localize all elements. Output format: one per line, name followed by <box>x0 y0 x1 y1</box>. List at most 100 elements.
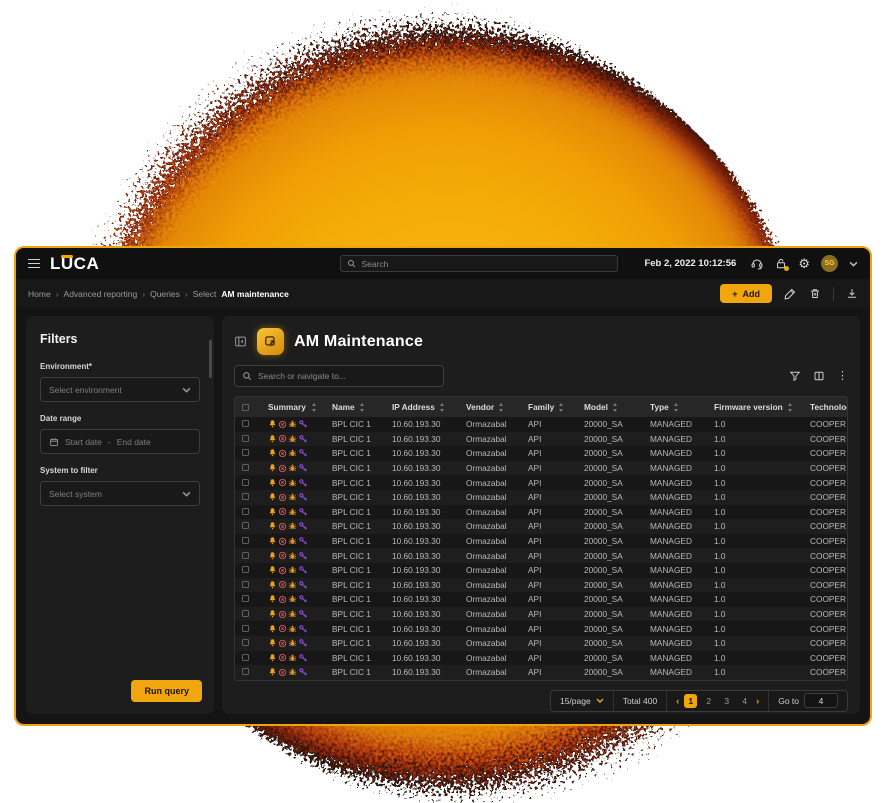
table-row[interactable]: BPL CIC 1 10.60.193.30 Ormazabal API 200… <box>235 519 847 534</box>
table-row[interactable]: BPL CIC 1 10.60.193.30 Ormazabal API 200… <box>235 446 847 461</box>
bell-icon[interactable] <box>268 492 277 502</box>
bug-icon[interactable] <box>288 653 297 663</box>
table-row[interactable]: BPL CIC 1 10.60.193.30 Ormazabal API 200… <box>235 621 847 636</box>
key-icon[interactable] <box>298 565 308 575</box>
key-icon[interactable] <box>298 463 308 473</box>
table-row[interactable]: BPL CIC 1 10.60.193.30 Ormazabal API 200… <box>235 607 847 622</box>
sort-icon[interactable] <box>558 403 565 412</box>
row-checkbox[interactable] <box>242 625 249 632</box>
row-checkbox[interactable] <box>242 493 249 500</box>
add-button[interactable]: +Add <box>720 284 772 303</box>
collapse-panel-icon[interactable] <box>234 335 247 348</box>
key-icon[interactable] <box>298 521 308 531</box>
filter-funnel-icon[interactable] <box>789 370 801 382</box>
row-checkbox[interactable] <box>242 508 249 515</box>
table-search[interactable] <box>234 365 444 387</box>
bug-icon[interactable] <box>288 609 297 619</box>
alert-circle-icon[interactable] <box>278 668 287 677</box>
table-row[interactable]: BPL CIC 1 10.60.193.30 Ormazabal API 200… <box>235 548 847 563</box>
key-icon[interactable] <box>298 638 308 648</box>
system-select[interactable]: Select system <box>40 481 200 506</box>
alert-circle-icon[interactable] <box>278 522 287 531</box>
key-icon[interactable] <box>298 594 308 604</box>
table-search-input[interactable] <box>258 371 436 381</box>
alert-circle-icon[interactable] <box>278 420 287 429</box>
alert-circle-icon[interactable] <box>278 580 287 589</box>
alert-circle-icon[interactable] <box>278 478 287 487</box>
settings-gear-icon[interactable]: ⚙ <box>798 257 810 270</box>
bell-icon[interactable] <box>268 536 277 546</box>
row-checkbox[interactable] <box>242 522 249 529</box>
alert-circle-icon[interactable] <box>278 434 287 443</box>
bell-icon[interactable] <box>268 653 277 663</box>
bug-icon[interactable] <box>288 667 297 677</box>
support-headset-icon[interactable] <box>750 257 764 270</box>
table-row[interactable]: BPL CIC 1 10.60.193.30 Ormazabal API 200… <box>235 505 847 520</box>
bell-icon[interactable] <box>268 667 277 677</box>
bug-icon[interactable] <box>288 580 297 590</box>
table-row[interactable]: BPL CIC 1 10.60.193.30 Ormazabal API 200… <box>235 490 847 505</box>
alert-circle-icon[interactable] <box>278 653 287 662</box>
alert-circle-icon[interactable] <box>278 449 287 458</box>
key-icon[interactable] <box>298 419 308 429</box>
key-icon[interactable] <box>298 667 308 677</box>
key-icon[interactable] <box>298 609 308 619</box>
global-search[interactable] <box>340 255 618 272</box>
menu-icon[interactable] <box>28 259 40 269</box>
key-icon[interactable] <box>298 492 308 502</box>
bug-icon[interactable] <box>288 565 297 575</box>
row-checkbox[interactable] <box>242 435 249 442</box>
environment-select[interactable]: Select environment <box>40 377 200 402</box>
sort-icon[interactable] <box>359 403 366 412</box>
bell-icon[interactable] <box>268 638 277 648</box>
delete-button[interactable] <box>809 287 821 300</box>
page-size-select[interactable]: 15/page <box>551 691 614 711</box>
alert-circle-icon[interactable] <box>278 595 287 604</box>
page-button-1[interactable]: 1 <box>684 694 697 708</box>
column-header-summary[interactable]: Summary <box>261 402 325 412</box>
download-button[interactable] <box>846 287 858 300</box>
column-header-ip[interactable]: IP Address <box>385 402 459 412</box>
sidebar-scrollbar[interactable] <box>209 340 212 378</box>
bell-icon[interactable] <box>268 609 277 619</box>
sort-icon[interactable] <box>439 403 446 412</box>
breadcrumb-advanced-reporting[interactable]: Advanced reporting <box>64 289 138 299</box>
bug-icon[interactable] <box>288 419 297 429</box>
bell-icon[interactable] <box>268 434 277 444</box>
row-checkbox[interactable] <box>242 420 249 427</box>
sort-icon[interactable] <box>787 403 794 412</box>
bell-icon[interactable] <box>268 580 277 590</box>
key-icon[interactable] <box>298 536 308 546</box>
bug-icon[interactable] <box>288 463 297 473</box>
alert-circle-icon[interactable] <box>278 639 287 648</box>
lock-notification-icon[interactable] <box>775 257 787 270</box>
next-page-button[interactable]: › <box>756 696 759 706</box>
table-row[interactable]: BPL CIC 1 10.60.193.30 Ormazabal API 200… <box>235 417 847 432</box>
row-checkbox[interactable] <box>242 464 249 471</box>
page-button-4[interactable]: 4 <box>738 696 751 706</box>
row-checkbox[interactable] <box>242 552 249 559</box>
column-header-name[interactable]: Name <box>325 402 385 412</box>
column-header-family[interactable]: Family <box>521 402 577 412</box>
table-row[interactable]: BPL CIC 1 10.60.193.30 Ormazabal API 200… <box>235 475 847 490</box>
columns-icon[interactable] <box>813 370 825 382</box>
bug-icon[interactable] <box>288 594 297 604</box>
bell-icon[interactable] <box>268 448 277 458</box>
global-search-input[interactable] <box>361 259 611 269</box>
breadcrumb-select[interactable]: Select <box>193 289 217 299</box>
sort-icon[interactable] <box>498 403 505 412</box>
row-checkbox[interactable] <box>242 566 249 573</box>
more-options-icon[interactable]: ⋮ <box>837 371 848 382</box>
alert-circle-icon[interactable] <box>278 464 287 473</box>
bug-icon[interactable] <box>288 478 297 488</box>
bug-icon[interactable] <box>288 448 297 458</box>
column-header-vendor[interactable]: Vendor <box>459 402 521 412</box>
alert-circle-icon[interactable] <box>278 551 287 560</box>
bug-icon[interactable] <box>288 536 297 546</box>
row-checkbox[interactable] <box>242 639 249 646</box>
bug-icon[interactable] <box>288 551 297 561</box>
table-row[interactable]: BPL CIC 1 10.60.193.30 Ormazabal API 200… <box>235 665 847 680</box>
table-row[interactable]: BPL CIC 1 10.60.193.30 Ormazabal API 200… <box>235 563 847 578</box>
sort-icon[interactable] <box>311 403 318 412</box>
alert-circle-icon[interactable] <box>278 566 287 575</box>
